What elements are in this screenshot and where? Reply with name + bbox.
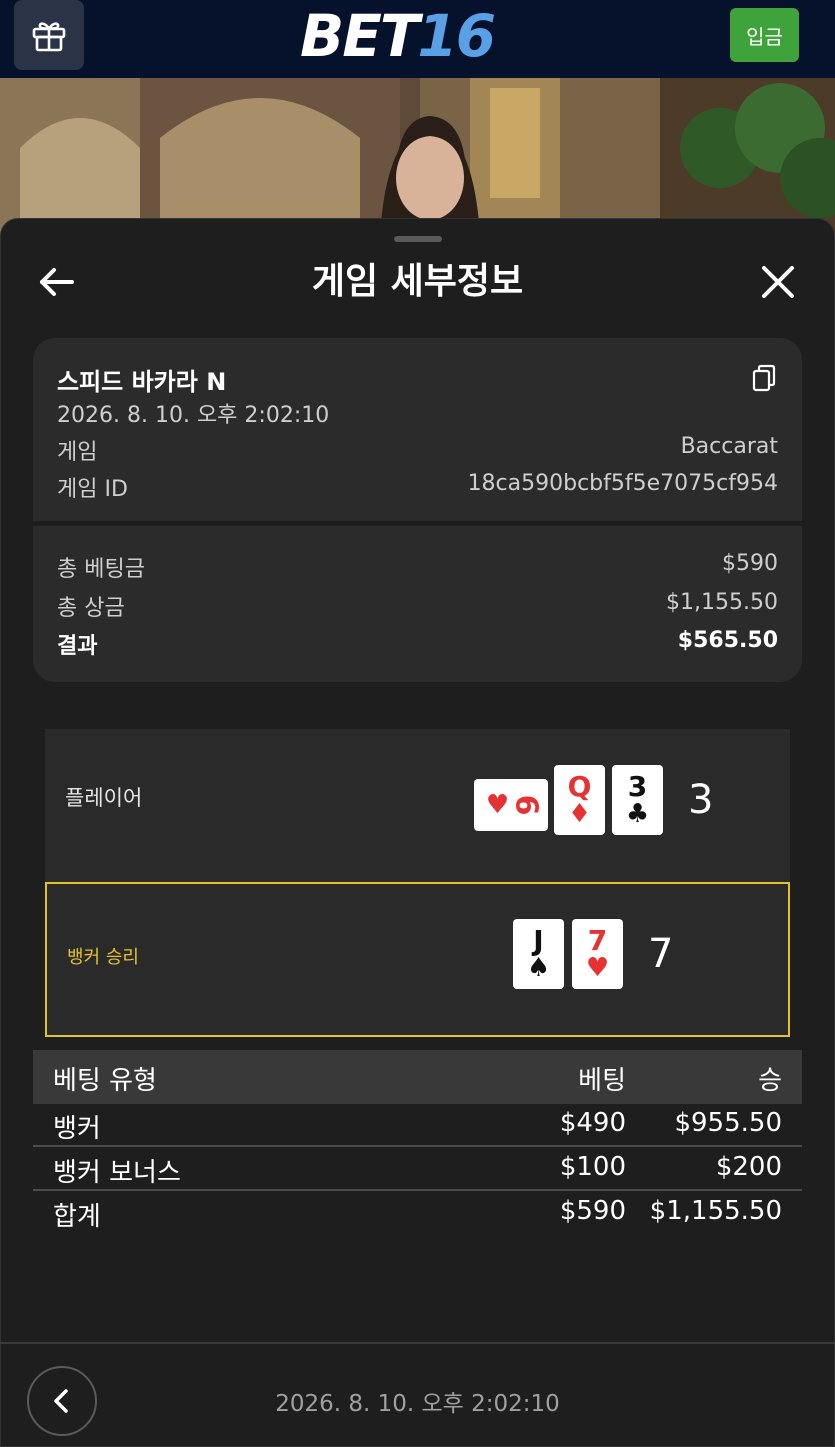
bets-table-header-row: 베팅 유형 베팅 승 [33, 1060, 802, 1103]
row-1-bet: $490 [559, 1108, 626, 1138]
player-card-2-suit: ♦ [567, 799, 592, 829]
game-type-value: Baccarat [680, 434, 778, 459]
row-divider [33, 1189, 802, 1191]
banker-card-2-rank: 7 [587, 924, 608, 957]
total-type: 합계 [53, 1202, 101, 1232]
game-type-label: 게임 [57, 440, 98, 465]
row-divider [33, 1145, 802, 1147]
row-1-win: $955.50 [674, 1108, 782, 1138]
total-bet: $590 [559, 1196, 626, 1226]
player-card-2: Q ♦ [554, 765, 605, 835]
result-row: 결과 $565.50 [57, 628, 778, 660]
copy-button[interactable] [752, 364, 776, 392]
gift-icon [32, 22, 66, 52]
player-card-1-suit: ♥ [485, 790, 510, 820]
player-hand [45, 729, 790, 882]
brand-logo[interactable]: BET16 [300, 4, 520, 68]
total-win-value: $1,155.50 [666, 590, 778, 615]
player-card-2-rank: Q [567, 770, 592, 803]
live-video-background [0, 78, 835, 238]
total-bet-row: 총 베팅금 $590 [57, 551, 778, 583]
player-card-1-rank: 6 [508, 794, 544, 816]
banker-hand [45, 882, 790, 1037]
copy-icon [752, 364, 776, 392]
dealer-video-image [0, 78, 835, 238]
player-card-3-suit: ♣ [625, 799, 650, 829]
footer-divider [0, 1342, 835, 1344]
total-bet-label: 총 베팅금 [57, 557, 145, 582]
deposit-button[interactable]: 입금 [730, 8, 799, 62]
header-bet: 베팅 [578, 1066, 626, 1096]
total-win-label: 총 상금 [57, 596, 125, 621]
top-bar: BET16 입금 [0, 0, 835, 78]
drag-handle[interactable] [394, 236, 442, 242]
banker-card-2: 7 ♥ [572, 919, 623, 989]
banker-score: 7 [648, 931, 674, 977]
footer-datetime: 2026. 8. 10. 오후 2:02:10 [275, 1391, 560, 1417]
gift-button[interactable] [14, 0, 84, 70]
player-card-1: ♥ 6 [474, 779, 548, 831]
game-id-row: 게임 ID 18ca590bcbf5f5e7075cf954 [57, 471, 778, 503]
game-id-value[interactable]: 18ca590bcbf5f5e7075cf954 [468, 471, 778, 503]
game-datetime: 2026. 8. 10. 오후 2:02:10 [57, 403, 330, 428]
row-1-type: 뱅커 [53, 1114, 101, 1144]
result-value: $565.50 [677, 628, 778, 653]
game-name: 스피드 바카라 N [57, 368, 227, 396]
total-win-row: 총 상금 $1,155.50 [57, 590, 778, 622]
row-2-win: $200 [715, 1152, 782, 1182]
total-win: $1,155.50 [649, 1196, 782, 1226]
table-total-row: 합계 $590 $1,155.50 [33, 1196, 802, 1239]
banker-card-1-suit: ♠ [526, 953, 551, 983]
player-score: 3 [688, 777, 714, 823]
player-card-3-rank: 3 [627, 770, 648, 803]
total-bet-value: $590 [722, 551, 778, 576]
game-id-label: 게임 ID [57, 477, 128, 502]
game-type-row: 게임 Baccarat [57, 434, 778, 466]
player-card-3: 3 ♣ [612, 765, 663, 835]
banker-win-label: 뱅커 승리 [67, 947, 139, 968]
banker-card-2-suit: ♥ [585, 953, 610, 983]
close-icon [762, 266, 794, 298]
player-label: 플레이어 [65, 786, 143, 810]
row-2-type: 뱅커 보너스 [53, 1158, 181, 1188]
header-win: 승 [758, 1066, 782, 1096]
close-button[interactable] [756, 260, 800, 304]
banker-card-1-rank: J [533, 924, 544, 957]
sheet-title: 게임 세부정보 [311, 261, 524, 302]
banker-card-1: J ♠ [513, 919, 564, 989]
header-bet-type: 베팅 유형 [53, 1066, 157, 1096]
result-label: 결과 [57, 634, 98, 659]
row-2-bet: $100 [559, 1152, 626, 1182]
